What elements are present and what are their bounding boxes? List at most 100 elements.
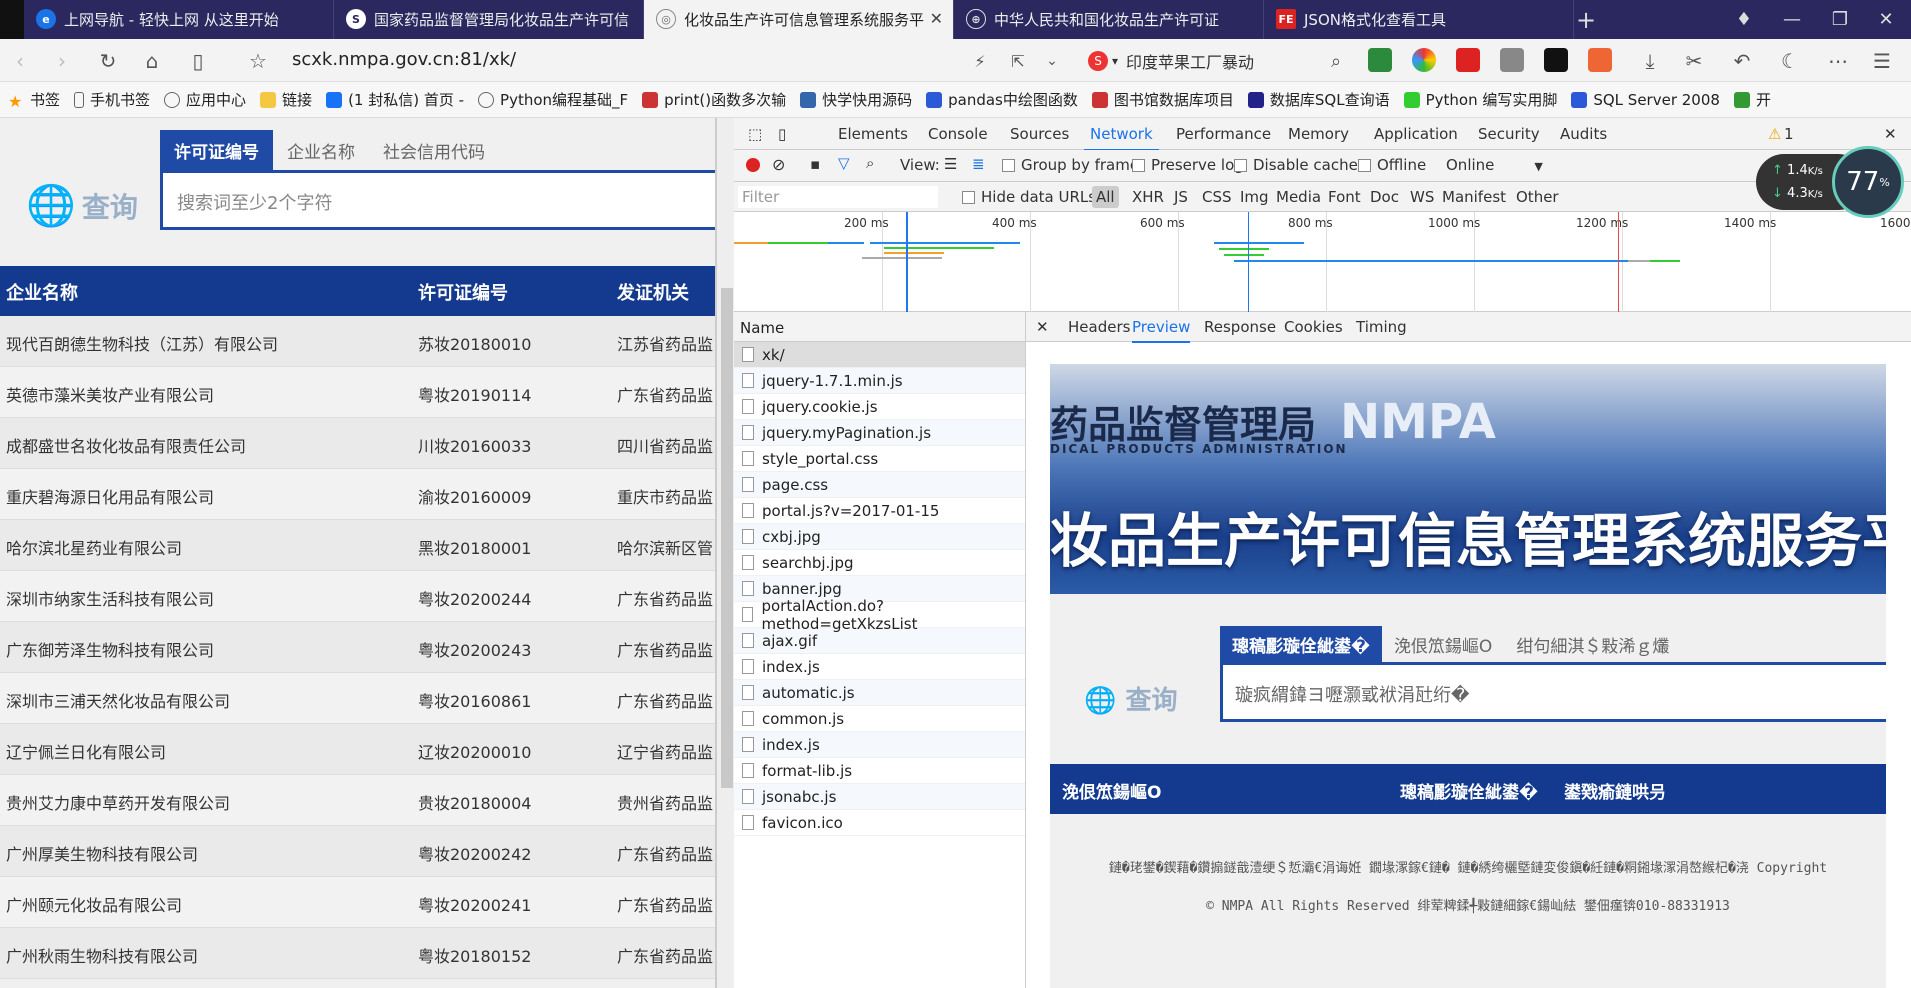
preserve-log-checkbox[interactable]: Preserve log [1132, 156, 1244, 174]
tab-json[interactable]: FE JSON格式化查看工具 [1264, 0, 1574, 39]
request-row[interactable]: portalAction.do?method=getXkzsList [734, 597, 1025, 633]
request-row[interactable]: portal.js?v=2017-01-15 [734, 498, 1025, 524]
gallery-icon[interactable] [1500, 48, 1524, 72]
table-row[interactable]: 广州颐元化妆品有限公司 粤妆20200241 广东省药品监 [0, 877, 715, 928]
undo-icon[interactable]: ↶ [1728, 47, 1756, 75]
close-tab-icon[interactable]: ✕ [930, 9, 943, 28]
bookmark-item[interactable]: 图书馆数据库项目 [1091, 89, 1234, 110]
close-devtools-icon[interactable]: ✕ [1884, 125, 1897, 143]
request-row[interactable]: style_portal.css [734, 446, 1025, 472]
chevron-down-icon[interactable]: ⌄ [1038, 47, 1066, 75]
bookmark-item[interactable]: 链接 [260, 89, 312, 110]
bookmark-item[interactable]: SQL Server 2008 [1571, 91, 1720, 109]
tab-headers[interactable]: Headers [1068, 318, 1130, 336]
table-row[interactable]: 成都盛世名妆化妆品有限责任公司 川妆20160033 四川省药品监 [0, 418, 715, 469]
bookmark-item[interactable]: (1 封私信) 首页 - [326, 89, 464, 110]
device-icon[interactable]: ▯ [778, 125, 786, 143]
large-rows-icon[interactable]: ☰ [944, 155, 957, 173]
chevron-down-icon[interactable]: ▾ [1112, 54, 1118, 68]
filter-js[interactable]: JS [1174, 188, 1188, 206]
menu-icon[interactable]: ☰ [1868, 47, 1896, 75]
filter-ws[interactable]: WS [1410, 188, 1434, 206]
bookmark-item[interactable]: 应用中心 [164, 89, 246, 110]
cell-company[interactable]: 深圳市三浦天然化妆品有限公司 [6, 688, 230, 712]
tab-navigation[interactable]: e 上网导航 - 轻快上网 从这里开始 [24, 0, 334, 39]
tab-license-number[interactable]: 许可证编号 [160, 130, 273, 170]
cell-company[interactable]: 英德市藻米美妆产业有限公司 [6, 382, 214, 406]
group-by-frame-checkbox[interactable]: Group by frame [1002, 156, 1139, 174]
filter-input[interactable]: Filter [738, 186, 938, 208]
clear-icon[interactable]: ⊘ [772, 155, 785, 174]
table-row[interactable]: 广州厚美生物科技有限公司 粤妆20200242 广东省药品监 [0, 826, 715, 877]
tab-performance[interactable]: Performance [1176, 125, 1271, 143]
shield-icon[interactable] [1368, 48, 1392, 72]
tab-console[interactable]: Console [928, 125, 988, 143]
request-row[interactable]: xk/ [734, 342, 1025, 368]
request-row[interactable]: jquery.cookie.js [734, 394, 1025, 420]
forward-icon[interactable]: › [48, 47, 76, 75]
url-field[interactable]: scxk.nmpa.gov.cn:81/xk/ [292, 49, 516, 70]
cell-company[interactable]: 广州厚美生物科技有限公司 [6, 841, 198, 865]
filter-css[interactable]: CSS [1202, 188, 1232, 206]
tab-elements[interactable]: Elements [838, 125, 908, 143]
table-row[interactable]: 贵州艾力康中草药开发有限公司 贵妆20180004 贵州省药品监 [0, 775, 715, 826]
tab-active-cosmetics[interactable]: ◎ 化妆品生产许可信息管理系统服务平 ✕ [644, 0, 954, 39]
download-icon[interactable]: ⤓ [1636, 47, 1664, 75]
filter-doc[interactable]: Doc [1370, 188, 1399, 206]
name-header[interactable]: Name [734, 312, 1025, 342]
filter-media[interactable]: Media [1276, 188, 1321, 206]
close-detail-icon[interactable]: ✕ [1036, 318, 1049, 336]
request-row[interactable]: searchbj.jpg [734, 550, 1025, 576]
search-icon[interactable]: ⌕ [866, 154, 874, 172]
table-row[interactable]: 现代百朗德生物科技（江苏）有限公司 苏妆20180010 江苏省药品监 [0, 316, 715, 367]
moon-icon[interactable]: ☾ [1776, 47, 1804, 75]
request-row[interactable]: format-lib.js [734, 758, 1025, 784]
bookmark-item[interactable]: Python 编写实用脚 [1403, 89, 1557, 110]
tab-credit-code[interactable]: 社会信用代码 [369, 130, 499, 170]
request-row[interactable]: automatic.js [734, 680, 1025, 706]
colorwheel-icon[interactable] [1412, 48, 1436, 72]
tab-response[interactable]: Response [1204, 318, 1276, 336]
reload-icon[interactable]: ↻ [94, 47, 122, 75]
bookmark-item[interactable]: 手机书签 [74, 89, 150, 110]
table-row[interactable]: 广东御芳泽生物科技有限公司 粤妆20200243 广东省药品监 [0, 622, 715, 673]
filter-other[interactable]: Other [1516, 188, 1559, 206]
tab-preview[interactable]: Preview [1132, 318, 1191, 343]
shirt-icon[interactable]: ♦ [1720, 0, 1768, 39]
fe-icon[interactable] [1456, 48, 1480, 72]
table-row[interactable]: 英德市藻米美妆产业有限公司 粤妆20190114 广东省药品监 [0, 367, 715, 418]
network-overview-timeline[interactable]: 200 ms 400 ms 600 ms 800 ms 1000 ms 1200… [734, 212, 1911, 312]
table-row[interactable]: 重庆碧海源日化用品有限公司 渝妆20160009 重庆市药品监 [0, 469, 715, 520]
filter-font[interactable]: Font [1328, 188, 1361, 206]
cell-company[interactable]: 广州秋雨生物科技有限公司 [6, 943, 198, 967]
tab-audits[interactable]: Audits [1560, 125, 1607, 143]
page-scrollbar[interactable] [716, 118, 734, 988]
request-row[interactable]: index.js [734, 654, 1025, 680]
cell-company[interactable]: 深圳市纳家生活科技有限公司 [6, 586, 214, 610]
close-window-icon[interactable]: ✕ [1862, 0, 1910, 39]
lightning-icon[interactable]: ⚡ [966, 47, 994, 75]
offline-checkbox[interactable]: Offline [1358, 156, 1426, 174]
more-icon[interactable]: ⋯ [1824, 47, 1852, 75]
bookmark-item[interactable]: ★ 书签 [8, 89, 60, 111]
filter-manifest[interactable]: Manifest [1442, 188, 1506, 206]
tab-license[interactable]: ⊕ 中华人民共和国化妆品生产许可证 [954, 0, 1264, 39]
bookmark-item[interactable]: pandas中绘图函数 [926, 89, 1078, 110]
bookmark-item[interactable]: Python编程基础_F [478, 89, 628, 110]
search-input[interactable]: 搜索词至少2个字符 [160, 170, 715, 230]
network-speed-widget[interactable]: ↑ 1.4K/s ↓ 4.3K/s 77% [1756, 146, 1904, 226]
table-row[interactable]: 深圳市三浦天然化妆品有限公司 粤妆20160861 广东省药品监 [0, 673, 715, 724]
request-row[interactable]: favicon.ico [734, 810, 1025, 836]
request-row[interactable]: cxbj.jpg [734, 524, 1025, 550]
search-box[interactable]: S ▾ 印度苹果工厂暴动 [1088, 47, 1340, 75]
cell-company[interactable]: 辽宁佩兰日化有限公司 [6, 739, 166, 763]
scrollbar-thumb[interactable] [721, 288, 733, 788]
bookmark-item[interactable]: print()函数多次输 [642, 89, 786, 110]
cell-company[interactable]: 成都盛世名妆化妆品有限责任公司 [6, 433, 246, 457]
filter-icon[interactable]: ▽ [838, 154, 850, 172]
request-row[interactable]: jsonabc.js [734, 784, 1025, 810]
table-row[interactable]: 广州秋雨生物科技有限公司 粤妆20180152 广东省药品监 [0, 928, 715, 979]
hide-data-urls-checkbox[interactable]: Hide data URLs [962, 188, 1096, 206]
home-icon[interactable]: ⌂ [138, 47, 166, 75]
cell-company[interactable]: 哈尔滨北星药业有限公司 [6, 535, 182, 559]
